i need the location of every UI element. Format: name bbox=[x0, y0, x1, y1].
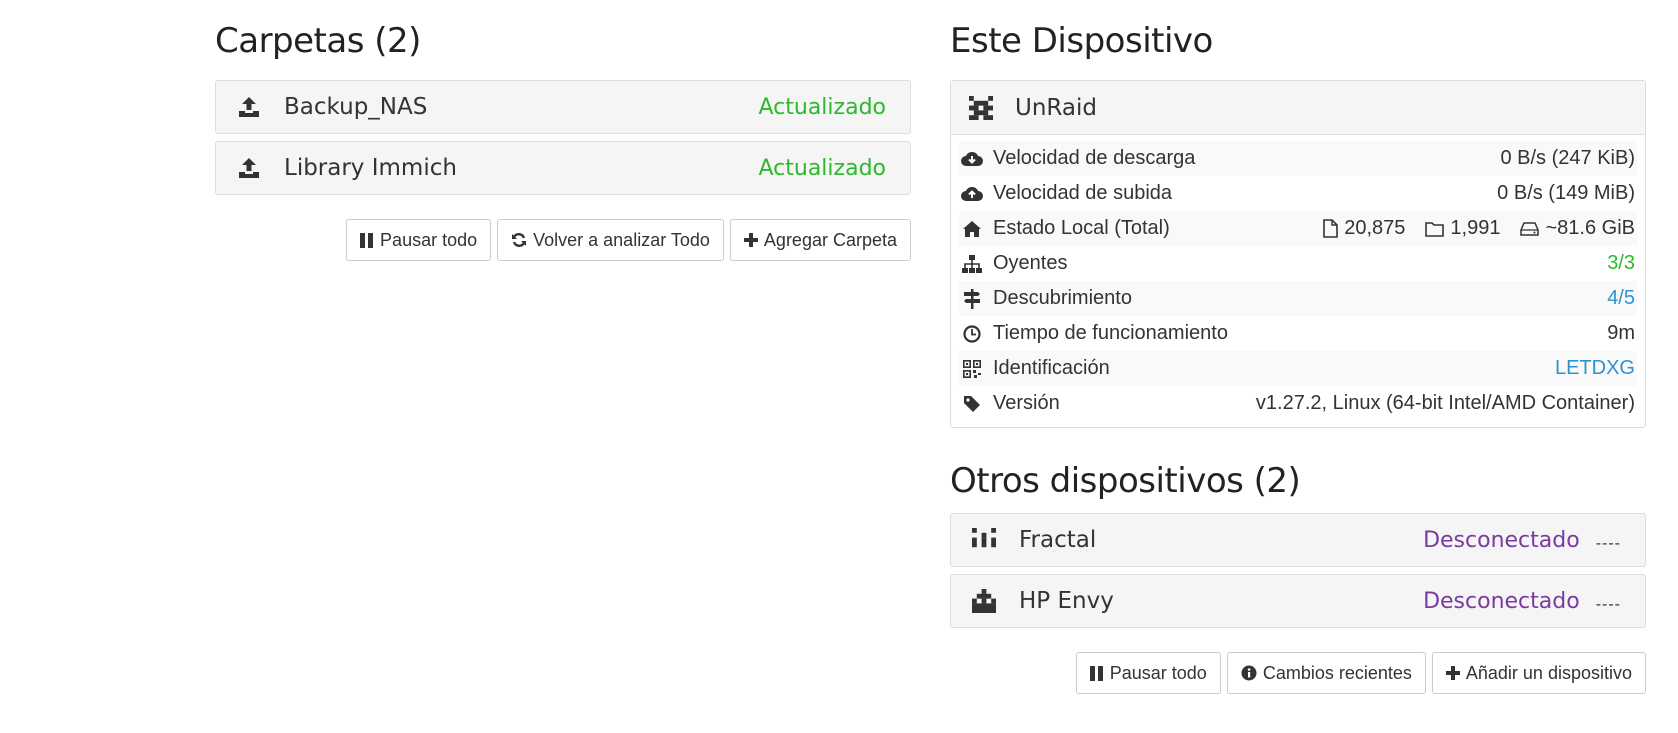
add-device-label: Añadir un dispositivo bbox=[1465, 662, 1632, 683]
upload-value: 0 B/s (149 MiB) bbox=[1497, 182, 1635, 204]
sitemap-icon bbox=[961, 253, 983, 275]
upload-label: Velocidad de subida bbox=[993, 182, 1173, 204]
file-icon bbox=[1323, 219, 1339, 238]
qrcode-icon bbox=[961, 358, 983, 380]
remote-device-status: Desconectado bbox=[1423, 588, 1580, 614]
discovery-value[interactable]: 4/5 bbox=[1607, 287, 1635, 310]
identicon-icon bbox=[971, 527, 997, 553]
clock-icon bbox=[961, 323, 983, 345]
pause-all-label: Pausar todo bbox=[380, 229, 478, 250]
folders-actions: Pausar todo Volver a analizar Todo Agreg… bbox=[215, 219, 911, 261]
pause-icon bbox=[1089, 665, 1104, 681]
refresh-icon bbox=[511, 232, 527, 248]
stat-row-discovery: Descubrimiento 4/5 bbox=[959, 281, 1637, 316]
local-size: ~81.6 GiB bbox=[1545, 217, 1635, 239]
remote-device-panel[interactable]: Fractal Desconectado ---- bbox=[950, 513, 1646, 567]
stat-row-upload: Velocidad de subida 0 B/s (149 MiB) bbox=[959, 176, 1637, 211]
plus-icon bbox=[1445, 666, 1460, 680]
folder-panel[interactable]: Library Immich Actualizado bbox=[215, 141, 911, 195]
info-icon bbox=[1241, 665, 1257, 681]
identicon-icon bbox=[969, 95, 993, 120]
add-device-button[interactable]: Añadir un dispositivo bbox=[1431, 652, 1646, 694]
this-device-panel: UnRaid Velocidad de descarga 0 B/s (247 … bbox=[950, 80, 1646, 428]
pause-icon bbox=[360, 232, 374, 248]
folder-name: Backup_NAS bbox=[284, 94, 428, 120]
folders-section: Carpetas (2) Backup_NAS Actualizado Libr… bbox=[215, 0, 911, 261]
stat-row-listeners: Oyentes 3/3 bbox=[959, 246, 1637, 281]
listeners-value[interactable]: 3/3 bbox=[1607, 252, 1635, 275]
this-device-name: UnRaid bbox=[1015, 94, 1097, 121]
stat-row-uptime: Tiempo de funcionamiento 9m bbox=[959, 316, 1637, 351]
other-devices-heading: Otros dispositivos (2) bbox=[950, 461, 1301, 501]
add-folder-label: Agregar Carpeta bbox=[763, 229, 897, 250]
signpost-icon bbox=[961, 288, 983, 310]
stat-row-id: Identificación LETDXG bbox=[959, 351, 1637, 386]
remote-device-progress: ---- bbox=[1595, 596, 1621, 613]
upload-icon bbox=[236, 155, 262, 181]
rescan-all-label: Volver a analizar Todo bbox=[533, 229, 710, 250]
uptime-label: Tiempo de funcionamiento bbox=[993, 322, 1228, 344]
pause-all-folders-button[interactable]: Pausar todo bbox=[346, 219, 492, 261]
stat-row-local-state: Estado Local (Total) 20,875 1,991 ~81.6 … bbox=[959, 211, 1637, 246]
stat-row-download: Velocidad de descarga 0 B/s (247 KiB) bbox=[959, 141, 1637, 176]
version-value: v1.27.2, Linux (64-bit Intel/AMD Contain… bbox=[1255, 392, 1635, 414]
cloud-download-icon bbox=[961, 148, 983, 170]
download-value: 0 B/s (247 KiB) bbox=[1500, 147, 1635, 169]
rescan-all-button[interactable]: Volver a analizar Todo bbox=[497, 219, 724, 261]
folders-heading: Carpetas (2) bbox=[215, 21, 421, 61]
recent-changes-label: Cambios recientes bbox=[1262, 662, 1412, 683]
local-state-label: Estado Local (Total) bbox=[993, 217, 1170, 239]
devices-actions: Pausar todo Cambios recientes Añadir un … bbox=[950, 652, 1646, 694]
this-device-header[interactable]: UnRaid bbox=[951, 81, 1645, 135]
pause-all-label: Pausar todo bbox=[1109, 662, 1207, 683]
cloud-upload-icon bbox=[961, 183, 983, 205]
device-id-link[interactable]: LETDXG bbox=[1555, 357, 1635, 380]
local-state-value: 20,875 1,991 ~81.6 GiB bbox=[1323, 217, 1635, 240]
upload-icon bbox=[236, 94, 262, 120]
remote-device-status: Desconectado bbox=[1423, 527, 1580, 553]
remote-device-name: HP Envy bbox=[1019, 588, 1114, 614]
stat-row-version: Versión v1.27.2, Linux (64-bit Intel/AMD… bbox=[959, 386, 1637, 421]
discovery-label: Descubrimiento bbox=[993, 287, 1132, 309]
plus-icon bbox=[743, 233, 758, 247]
folder-status: Actualizado bbox=[758, 155, 887, 181]
local-dirs-count: 1,991 bbox=[1450, 217, 1501, 239]
home-icon bbox=[961, 218, 983, 240]
devices-section: Este Dispositivo UnRaid Velocidad de des… bbox=[950, 0, 1646, 694]
this-device-stats: Velocidad de descarga 0 B/s (247 KiB) Ve… bbox=[951, 135, 1645, 427]
pause-all-devices-button[interactable]: Pausar todo bbox=[1075, 652, 1221, 694]
folder-icon bbox=[1425, 221, 1445, 237]
uptime-value: 9m bbox=[1607, 322, 1635, 344]
this-device-heading: Este Dispositivo bbox=[950, 21, 1213, 61]
identicon-icon bbox=[971, 588, 997, 614]
hdd-icon bbox=[1520, 221, 1540, 236]
remote-device-progress: ---- bbox=[1595, 535, 1621, 552]
version-label: Versión bbox=[993, 392, 1060, 414]
remote-device-name: Fractal bbox=[1019, 527, 1097, 553]
local-files-count: 20,875 bbox=[1344, 217, 1406, 239]
download-label: Velocidad de descarga bbox=[993, 147, 1196, 169]
folder-name: Library Immich bbox=[284, 155, 457, 181]
listeners-label: Oyentes bbox=[993, 252, 1068, 274]
tag-icon bbox=[961, 393, 983, 415]
folder-status: Actualizado bbox=[758, 94, 887, 120]
id-label: Identificación bbox=[993, 357, 1110, 379]
add-folder-button[interactable]: Agregar Carpeta bbox=[729, 219, 911, 261]
recent-changes-button[interactable]: Cambios recientes bbox=[1226, 652, 1426, 694]
folder-panel[interactable]: Backup_NAS Actualizado bbox=[215, 80, 911, 134]
remote-device-panel[interactable]: HP Envy Desconectado ---- bbox=[950, 574, 1646, 628]
